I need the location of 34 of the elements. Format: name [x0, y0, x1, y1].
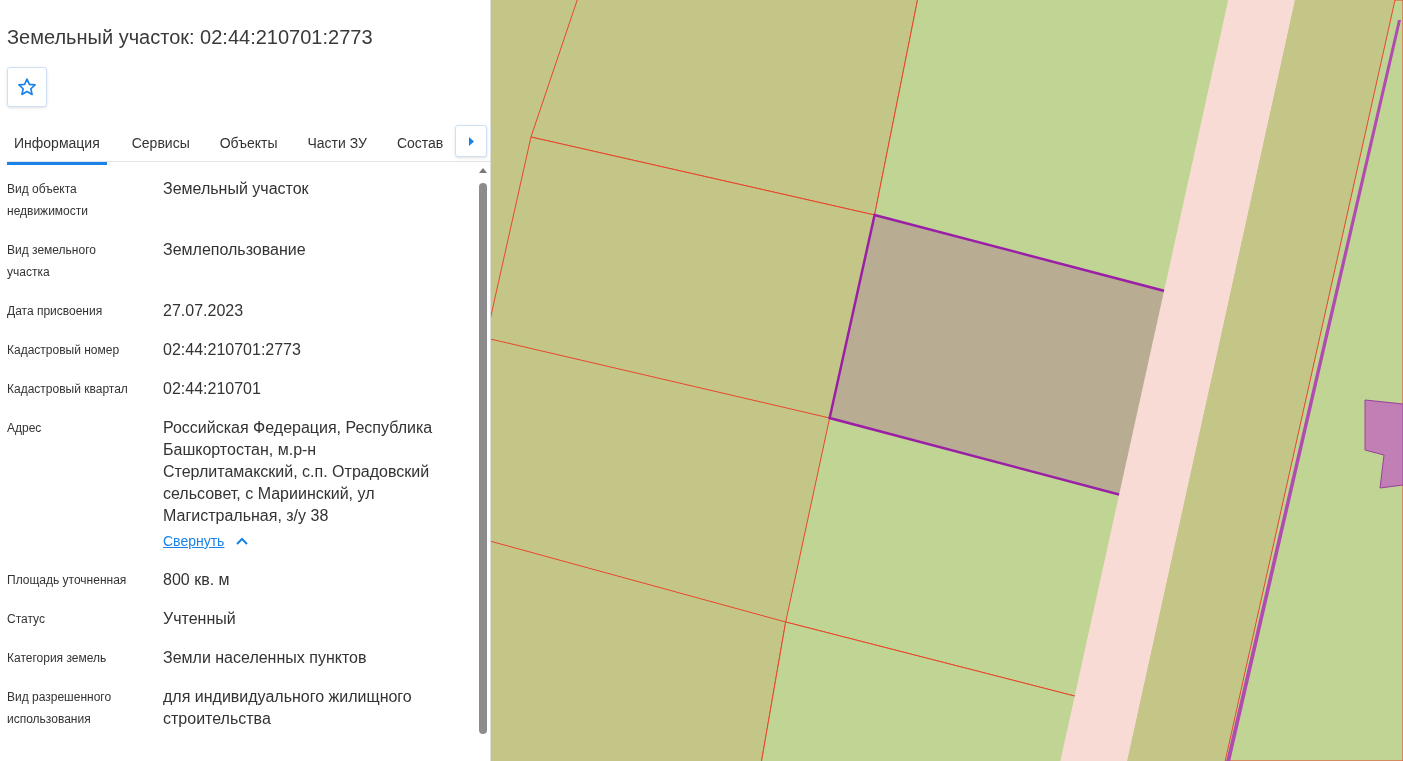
property-label: Статус [7, 611, 46, 628]
scrollbar[interactable] [479, 183, 487, 734]
property-label: Адрес [7, 420, 43, 437]
property-value: 27.07.2023 [163, 301, 244, 321]
property-label: Вид разрешенного использования [7, 689, 113, 728]
property-value: 02:44:210701:2773 [163, 340, 301, 360]
star-icon [17, 77, 37, 97]
property-value: Земельный участок [163, 179, 309, 199]
property-label: Дата присвоения [7, 303, 104, 320]
tab[interactable]: Объекты [219, 127, 278, 165]
tab[interactable]: Информация [7, 127, 107, 165]
tab[interactable]: Части ЗУ [307, 127, 367, 165]
tab[interactable]: Сервисы [131, 127, 190, 165]
property-value: Учтенный [163, 609, 236, 629]
property-label: Категория земель [7, 650, 108, 667]
collapse-link[interactable]: Свернуть [163, 530, 249, 552]
property-label: Кадастровый номер [7, 342, 121, 359]
property-value: 800 кв. м [163, 570, 230, 590]
property-value: 02:44:210701 [163, 379, 261, 399]
property-value: Земли населенных пунктов [163, 648, 367, 668]
scroll-up-icon[interactable] [479, 168, 487, 173]
favorite-button[interactable] [7, 67, 47, 107]
property-value: Российская Федерация, Республика Башкортостан, м.р-н Стерлитамакский, с.п. Отрадовский сельсовет, с Мариинский, ул Магистральная, з/у 38 [163, 418, 434, 526]
property-value: для индивидуального жилищного строительства [163, 687, 413, 729]
property-label: Площадь уточненная [7, 572, 128, 589]
panel-title: Земельный участок: 02:44:210701:2773 [7, 25, 374, 50]
tab[interactable]: Состав [396, 127, 444, 165]
property-label: Вид объекта недвижимости [7, 181, 89, 220]
property-label: Вид земельного участка [7, 242, 97, 281]
property-label: Кадастровый квартал [7, 381, 129, 398]
property-value: Землепользование [163, 240, 306, 260]
scroll-tabs-button[interactable] [455, 125, 487, 157]
chevron-icon [236, 536, 249, 546]
right-arrow-icon [468, 136, 474, 146]
